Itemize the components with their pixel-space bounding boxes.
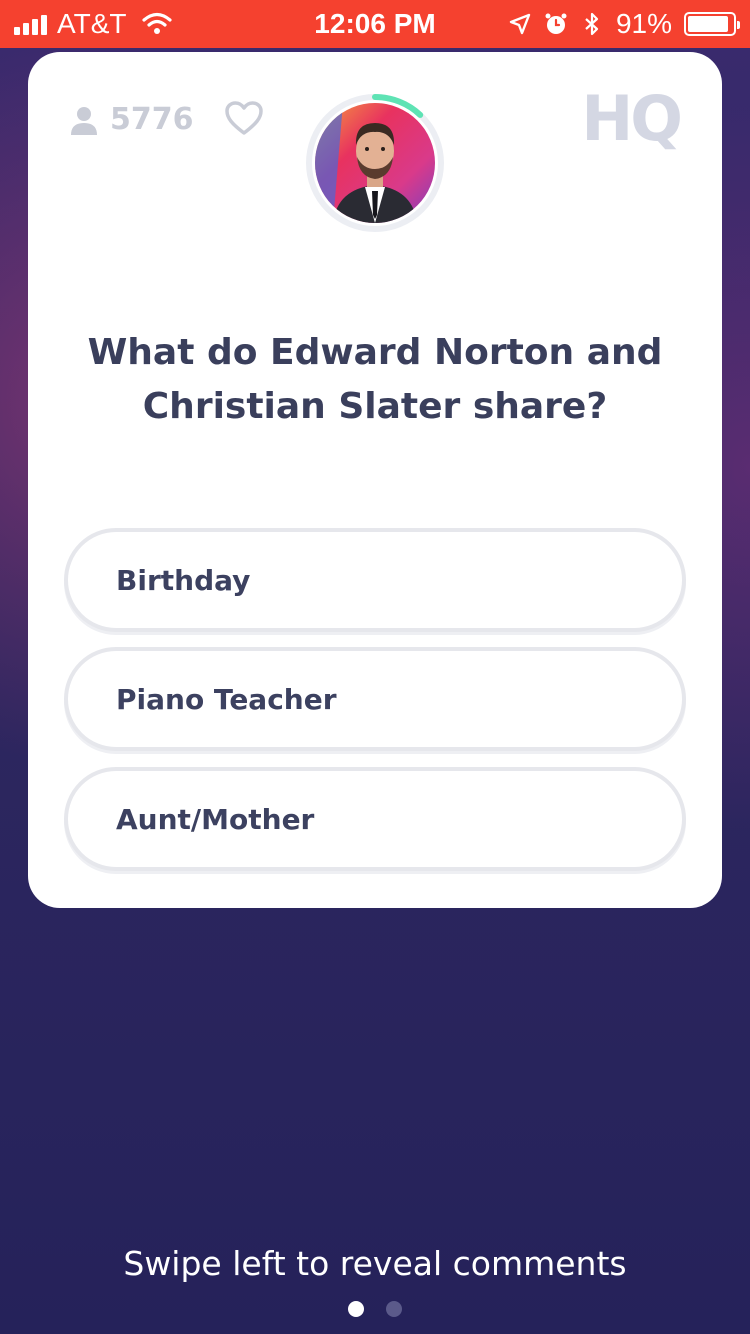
- page-dot-active[interactable]: [348, 1301, 364, 1317]
- location-icon: [509, 13, 531, 35]
- swipe-hint: Swipe left to reveal comments: [123, 1244, 627, 1283]
- answer-option-2[interactable]: Piano Teacher: [64, 647, 686, 751]
- alarm-icon: [545, 13, 567, 34]
- player-count: 5776: [110, 102, 194, 137]
- answer-option-label: Aunt/Mother: [116, 802, 315, 836]
- person-icon: [71, 106, 97, 135]
- heart-icon[interactable]: [224, 100, 264, 136]
- answer-option-3[interactable]: Aunt/Mother: [64, 767, 686, 871]
- answer-option-label: Piano Teacher: [116, 682, 337, 716]
- player-count-group: 5776: [70, 102, 194, 137]
- hq-logo: HQ: [581, 82, 683, 155]
- answer-option-1[interactable]: Birthday: [64, 528, 686, 632]
- battery-fill: [688, 16, 728, 32]
- question-text: What do Edward Norton and Christian Slat…: [87, 332, 663, 427]
- battery-icon: [684, 12, 740, 36]
- page-dot-inactive[interactable]: [386, 1301, 402, 1317]
- bluetooth-icon: [585, 12, 599, 36]
- status-bar: AT&T 12:06 PM 91%: [0, 0, 750, 48]
- answer-option-label: Birthday: [116, 563, 251, 597]
- question-card: 5776 HQ What do Edward Norton and Christ…: [28, 52, 722, 908]
- status-bar-right: 91%: [508, 8, 740, 40]
- page-indicator[interactable]: [0, 1301, 750, 1317]
- host-avatar: [315, 103, 435, 223]
- battery-percent: 91%: [615, 8, 672, 39]
